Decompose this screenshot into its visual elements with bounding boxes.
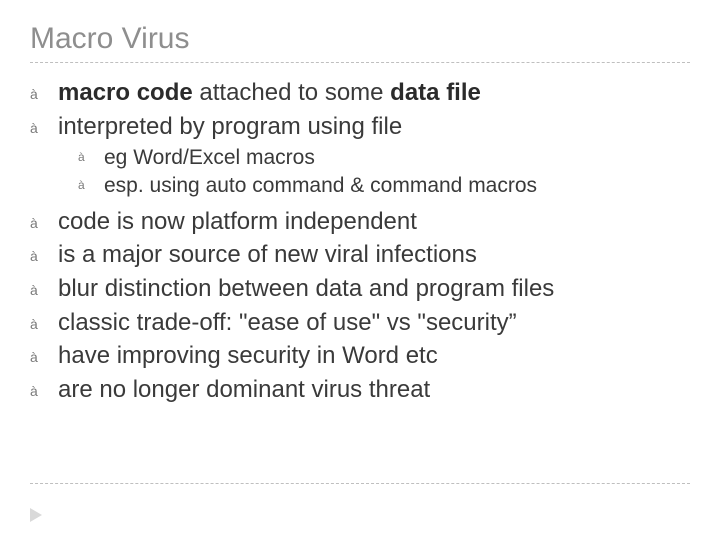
bullet-marker-icon: à [78,144,104,166]
bullet-item: à blur distinction between data and prog… [30,273,690,305]
bullet-text: are no longer dominant virus threat [58,374,430,406]
bullet-marker-icon: à [30,374,58,400]
bold-text: data file [390,79,481,106]
bullet-text: classic trade-off: "ease of use" vs "sec… [58,307,517,339]
bullet-list: à code is now platform independent à is … [30,206,690,406]
bullet-text: eg Word/Excel macros [104,144,315,172]
divider-top [30,62,690,63]
bullet-marker-icon: à [30,239,58,265]
slide: Macro Virus à macro code attached to som… [0,0,720,540]
bullet-marker-icon: à [30,206,58,232]
bullet-text: macro code attached to some data file [58,77,481,109]
bullet-text: interpreted by program using file [58,111,402,143]
bullet-marker-icon: à [78,172,104,194]
divider-bottom [30,483,690,484]
bold-text: macro code [58,79,193,106]
bullet-text: esp. using auto command & command macros [104,172,537,200]
bullet-text: code is now platform independent [58,206,417,238]
arrow-right-icon [30,508,42,522]
bullet-marker-icon: à [30,77,58,103]
bullet-text: is a major source of new viral infection… [58,239,477,271]
sub-bullet-list: à eg Word/Excel macros à esp. using auto… [78,144,690,199]
bullet-list: à macro code attached to some data file … [30,77,690,142]
bullet-item: à have improving security in Word etc [30,340,690,372]
sub-bullet-item: à eg Word/Excel macros [78,144,690,172]
bullet-text: have improving security in Word etc [58,340,438,372]
bullet-marker-icon: à [30,340,58,366]
bullet-item: à code is now platform independent [30,206,690,238]
sub-bullet-item: à esp. using auto command & command macr… [78,172,690,200]
plain-text: attached to some [193,79,390,106]
bullet-item: à classic trade-off: "ease of use" vs "s… [30,307,690,339]
bullet-item: à interpreted by program using file [30,111,690,143]
bullet-item: à is a major source of new viral infecti… [30,239,690,271]
bullet-text: blur distinction between data and progra… [58,273,554,305]
slide-title: Macro Virus [30,22,690,56]
bullet-item: à macro code attached to some data file [30,77,690,109]
bullet-marker-icon: à [30,273,58,299]
bullet-item: à are no longer dominant virus threat [30,374,690,406]
bullet-marker-icon: à [30,307,58,333]
bullet-marker-icon: à [30,111,58,137]
